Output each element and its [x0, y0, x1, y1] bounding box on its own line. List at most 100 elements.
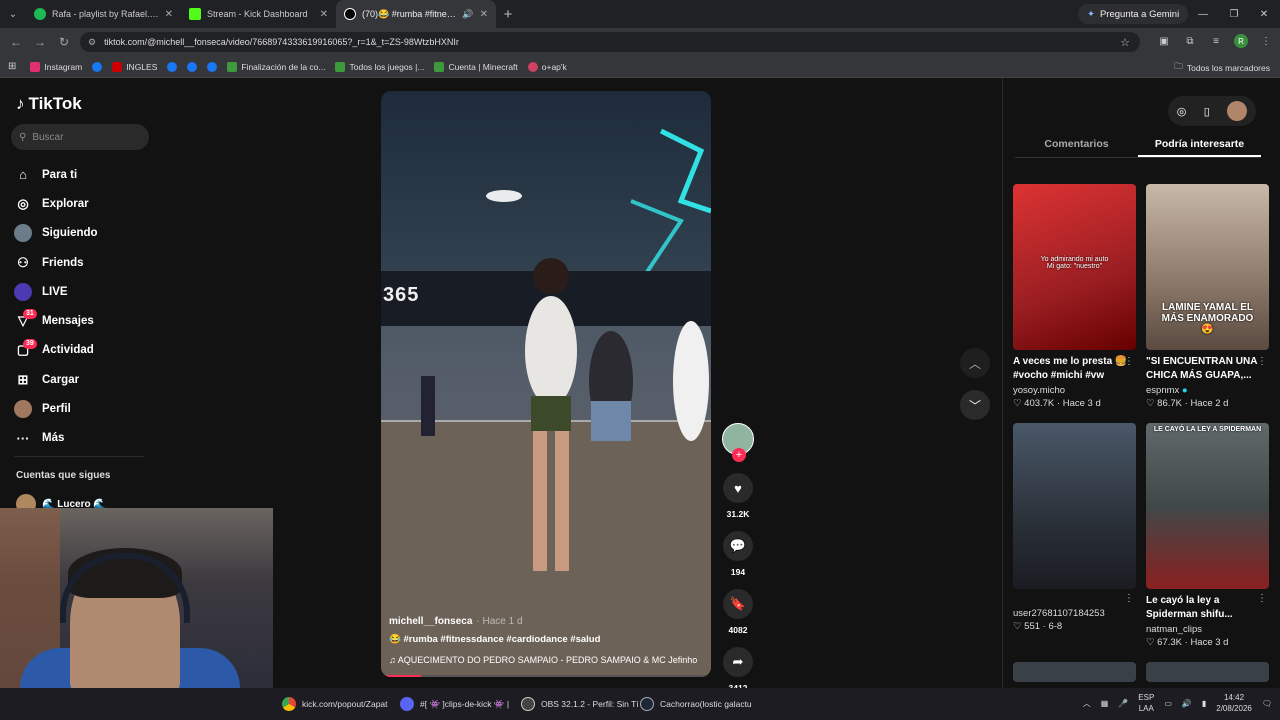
new-tab-button[interactable]: + — [496, 6, 520, 23]
bookmark-star-icon[interactable]: ☆ — [1120, 36, 1130, 49]
suggested-video-card[interactable]: Yo admirando mi auto Mi gato: "nuestro" … — [1013, 184, 1136, 409]
battery-icon[interactable]: ▮ — [1202, 699, 1206, 708]
bookmark-ingles[interactable]: INGLES — [112, 61, 157, 72]
network-icon[interactable]: ▭ — [1164, 699, 1172, 708]
nav-mensajes[interactable]: ▽ 31 Mensajes — [14, 306, 154, 335]
more-options-icon[interactable]: ⋮ — [1124, 356, 1134, 367]
browser-tab[interactable]: Stream - Kick Dashboard ✕ — [181, 0, 336, 28]
search-input[interactable]: ⚲ Buscar — [11, 124, 149, 150]
bookmark-xbox[interactable]: Todos los juegos |... — [335, 61, 424, 72]
browser-tab-active[interactable]: (70)😂 #rumba #fitnessdance 🔊 ✕ — [336, 0, 496, 28]
video-author[interactable]: michell__fonseca — [389, 616, 472, 627]
apps-grid-icon[interactable]: ⊞ — [8, 61, 16, 72]
suggested-video-card[interactable]: LE CAYÓ LA LEY A SPIDERMAN ⋮ Le cayó la … — [1146, 423, 1269, 648]
nav-explorar[interactable]: ◎ Explorar — [14, 189, 154, 218]
card-user[interactable]: natman_clips — [1146, 624, 1269, 635]
restore-icon[interactable]: ❐ — [1218, 0, 1250, 28]
next-video-button[interactable]: ﹀ — [960, 390, 990, 420]
bookmark-facebook[interactable] — [207, 61, 218, 72]
notifications-icon[interactable]: 🗨 — [1262, 699, 1272, 708]
nav-siguiendo[interactable]: Siguiendo — [14, 219, 154, 248]
address-bar[interactable]: ⚙ tiktok.com/@michell__fonseca/video/766… — [80, 32, 1140, 52]
app-tray-icon[interactable]: ▦ — [1101, 699, 1109, 708]
clock-date: 2/08/2026 — [1216, 704, 1252, 713]
reading-list-icon[interactable]: ≡ — [1208, 33, 1224, 49]
tab-search-button[interactable]: ⌄ — [0, 0, 26, 28]
search-icon: ⚲ — [19, 131, 27, 143]
close-tab-icon[interactable]: ✕ — [480, 9, 488, 20]
taskbar-app-steam[interactable]: Cachorrao(lostic galactu — [640, 692, 752, 716]
taskbar-app-obs[interactable]: OBS 32.1.2 - Perfil: Sin Tí — [521, 692, 639, 716]
taskbar-app-chrome[interactable]: kick.com/popout/Zapat — [282, 692, 388, 716]
menu-dots-icon[interactable]: ⋮ — [1258, 33, 1274, 49]
nav-perfil[interactable]: Perfil — [14, 394, 154, 423]
volume-icon[interactable]: 🔊 — [1182, 699, 1192, 708]
screen-share-icon[interactable]: ▣ — [1156, 33, 1172, 49]
profile-avatar[interactable]: R — [1234, 34, 1248, 48]
minimize-icon[interactable]: — — [1187, 0, 1219, 28]
card-user[interactable]: user27681107184253 — [1013, 608, 1136, 619]
bookmark-facebook[interactable] — [187, 61, 198, 72]
chevron-up-icon[interactable]: ︿ — [1083, 698, 1091, 709]
language-indicator[interactable]: ESP LAA — [1138, 692, 1154, 714]
like-button[interactable]: ♥ — [723, 473, 753, 503]
taskbar-app-discord[interactable]: #[ 👾 ]clips-de-kick 👾 | — [400, 692, 509, 716]
bookmark-facebook[interactable] — [92, 61, 103, 72]
tiktok-logo[interactable]: ♪ TikTok — [16, 94, 82, 114]
share-button[interactable]: ➦ — [723, 647, 753, 677]
nav-actividad[interactable]: ▢ 39 Actividad — [14, 336, 154, 365]
user-avatar[interactable] — [1227, 101, 1248, 121]
tab-comentarios[interactable]: Comentarios — [1015, 134, 1138, 157]
video-progress-bar[interactable] — [381, 675, 711, 677]
back-arrow-icon[interactable]: ← — [4, 28, 28, 56]
close-window-icon[interactable]: ✕ — [1248, 0, 1280, 28]
video-player[interactable]: 365 michell__fonseca · Hace 1 d 😂 #rumba … — [381, 91, 711, 677]
comment-button[interactable]: 💬 — [723, 531, 753, 561]
bookmark-facebook[interactable] — [167, 61, 178, 72]
more-options-icon[interactable]: ⋮ — [1257, 593, 1267, 604]
all-bookmarks-button[interactable]: 🗀 Todos los marcadores — [1174, 61, 1270, 75]
site-info-icon[interactable]: ⚙ — [88, 37, 96, 48]
video-thumbnail[interactable] — [1146, 662, 1269, 682]
video-thumbnail[interactable]: LE CAYÓ LA LEY A SPIDERMAN — [1146, 423, 1269, 589]
tab-title: Stream - Kick Dashboard — [207, 9, 308, 19]
video-thumbnail[interactable] — [1013, 662, 1136, 682]
previous-video-button[interactable]: ︿ — [960, 348, 990, 378]
phone-icon[interactable]: ▯ — [1204, 105, 1210, 118]
compass-icon[interactable]: ◎ — [1177, 105, 1187, 118]
bookmark-xbox[interactable]: Finalización de la co... — [227, 61, 325, 72]
suggested-video-card[interactable]: ⋮ user27681107184253 ♡ 551 · 6-8 — [1013, 423, 1136, 632]
nav-live[interactable]: LIVE — [14, 277, 154, 306]
video-caption[interactable]: 😂 #rumba #fitnessdance #cardiodance #sal… — [389, 634, 600, 645]
creator-avatar[interactable]: + — [722, 423, 754, 462]
more-options-icon[interactable]: ⋮ — [1257, 356, 1267, 367]
video-music[interactable]: ♫ AQUECIMENTO DO PEDRO SAMPAIO - PEDRO S… — [389, 655, 701, 665]
follow-plus-icon[interactable]: + — [732, 448, 746, 462]
nav-friends[interactable]: ⚇ Friends — [14, 248, 154, 277]
nav-para-ti[interactable]: ⌂ Para ti — [14, 160, 154, 189]
nav-mas[interactable]: ··· Más — [14, 424, 154, 453]
forward-arrow-icon[interactable]: → — [28, 28, 52, 56]
video-thumbnail[interactable]: LAMINE YAMAL EL MÁS ENAMORADO 😍 — [1146, 184, 1269, 350]
close-tab-icon[interactable]: ✕ — [320, 9, 328, 20]
bookmark-minecraft[interactable]: Cuenta | Minecraft — [434, 61, 518, 72]
video-thumbnail[interactable] — [1013, 423, 1136, 589]
reload-icon[interactable]: ↻ — [52, 28, 76, 56]
clock[interactable]: 14:42 2/08/2026 — [1216, 692, 1252, 714]
bookmark-instagram[interactable]: Instagram — [30, 61, 82, 72]
tab-podria-interesarte[interactable]: Podría interesarte — [1138, 134, 1261, 157]
close-tab-icon[interactable]: ✕ — [165, 9, 173, 20]
more-options-icon[interactable]: ⋮ — [1124, 593, 1134, 604]
video-thumbnail[interactable]: Yo admirando mi auto Mi gato: "nuestro" — [1013, 184, 1136, 350]
microphone-icon[interactable]: 🎤 — [1118, 699, 1128, 708]
browser-tab[interactable]: Rafa - playlist by Rafael.xared | ✕ — [26, 0, 181, 28]
extensions-icon[interactable]: ⧉ — [1182, 33, 1198, 49]
audio-playing-icon[interactable]: 🔊 — [462, 9, 473, 20]
bookmark-other[interactable]: o+ap'k — [527, 61, 567, 72]
nav-cargar[interactable]: ⊞ Cargar — [14, 365, 154, 394]
card-user[interactable]: yosoy.micho — [1013, 385, 1136, 396]
suggested-video-card[interactable]: LAMINE YAMAL EL MÁS ENAMORADO 😍 "SI ENCU… — [1146, 184, 1269, 409]
card-user[interactable]: espnmx ● — [1146, 385, 1269, 396]
gemini-button[interactable]: ✦ Pregunta a Gemini — [1078, 4, 1189, 24]
save-button[interactable]: 🔖 — [723, 589, 753, 619]
